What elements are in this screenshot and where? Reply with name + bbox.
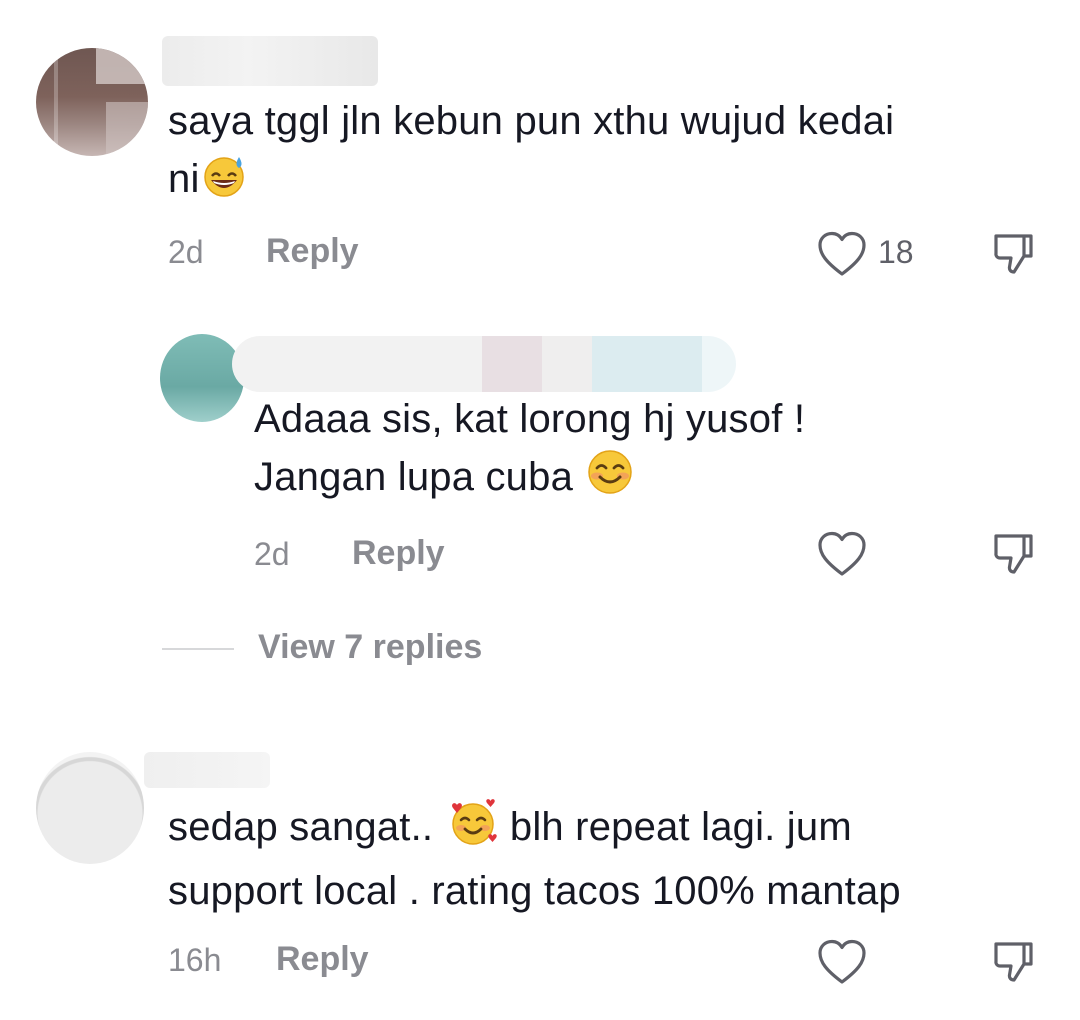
reply-button[interactable]: Reply [276,940,369,979]
comment-text-line: Adaaa sis, kat lorong hj yusof ! [254,397,806,441]
heart-icon [818,231,866,276]
avatar[interactable] [36,48,148,156]
dislike-button[interactable] [990,938,1038,986]
reply-button[interactable]: Reply [352,534,445,573]
dislike-button[interactable] [990,230,1038,278]
comment-text-fragment: blh repeat lagi. jum [509,805,852,849]
dislike-icon [994,942,1033,982]
comment-text-line: saya tggl jln kebun pun xthu wujud kedai [168,99,895,143]
comment-text-fragment: sedap sangat.. [168,805,434,849]
view-replies-button[interactable]: View 7 replies [258,628,482,667]
reply-button[interactable]: Reply [266,232,359,271]
like-count: 18 [878,234,914,270]
username-blurred[interactable] [144,752,270,788]
dislike-icon [994,534,1033,574]
username-blurred[interactable] [232,336,736,392]
avatar[interactable] [36,752,144,864]
smiling-hearts-emoji [447,798,499,862]
comment-text-fragment: ni [168,157,200,201]
avatar[interactable] [160,334,244,422]
like-button[interactable] [816,230,868,278]
smiling-blush-emoji [586,448,634,512]
comment-time: 2d [168,234,204,270]
divider [162,648,234,650]
comment-text-line: support local . rating tacos 100% mantap [168,869,901,913]
dislike-button[interactable] [990,530,1038,578]
comment-text-line: sedap sangat.. blh repeat lagi. jum [168,798,901,862]
comment-time: 16h [168,942,222,978]
heart-icon [818,939,866,984]
comment-text: sedap sangat.. blh repeat lagi. jum supp… [168,798,901,920]
like-button[interactable] [816,938,868,986]
like-button[interactable] [816,530,868,578]
comment-time: 2d [254,536,290,572]
username-blurred[interactable] [162,36,378,86]
comment-text: Adaaa sis, kat lorong hj yusof ! Jangan … [254,390,805,512]
comment-text-line: Jangan lupa cuba [254,448,805,512]
heart-icon [818,531,866,576]
grinning-sweat-emoji [202,154,246,214]
comment-text: saya tggl jln kebun pun xthu wujud kedai… [168,92,894,214]
comment-text-fragment: Jangan lupa cuba [254,455,574,499]
dislike-icon [994,234,1033,274]
comment-text-line: ni [168,150,894,214]
